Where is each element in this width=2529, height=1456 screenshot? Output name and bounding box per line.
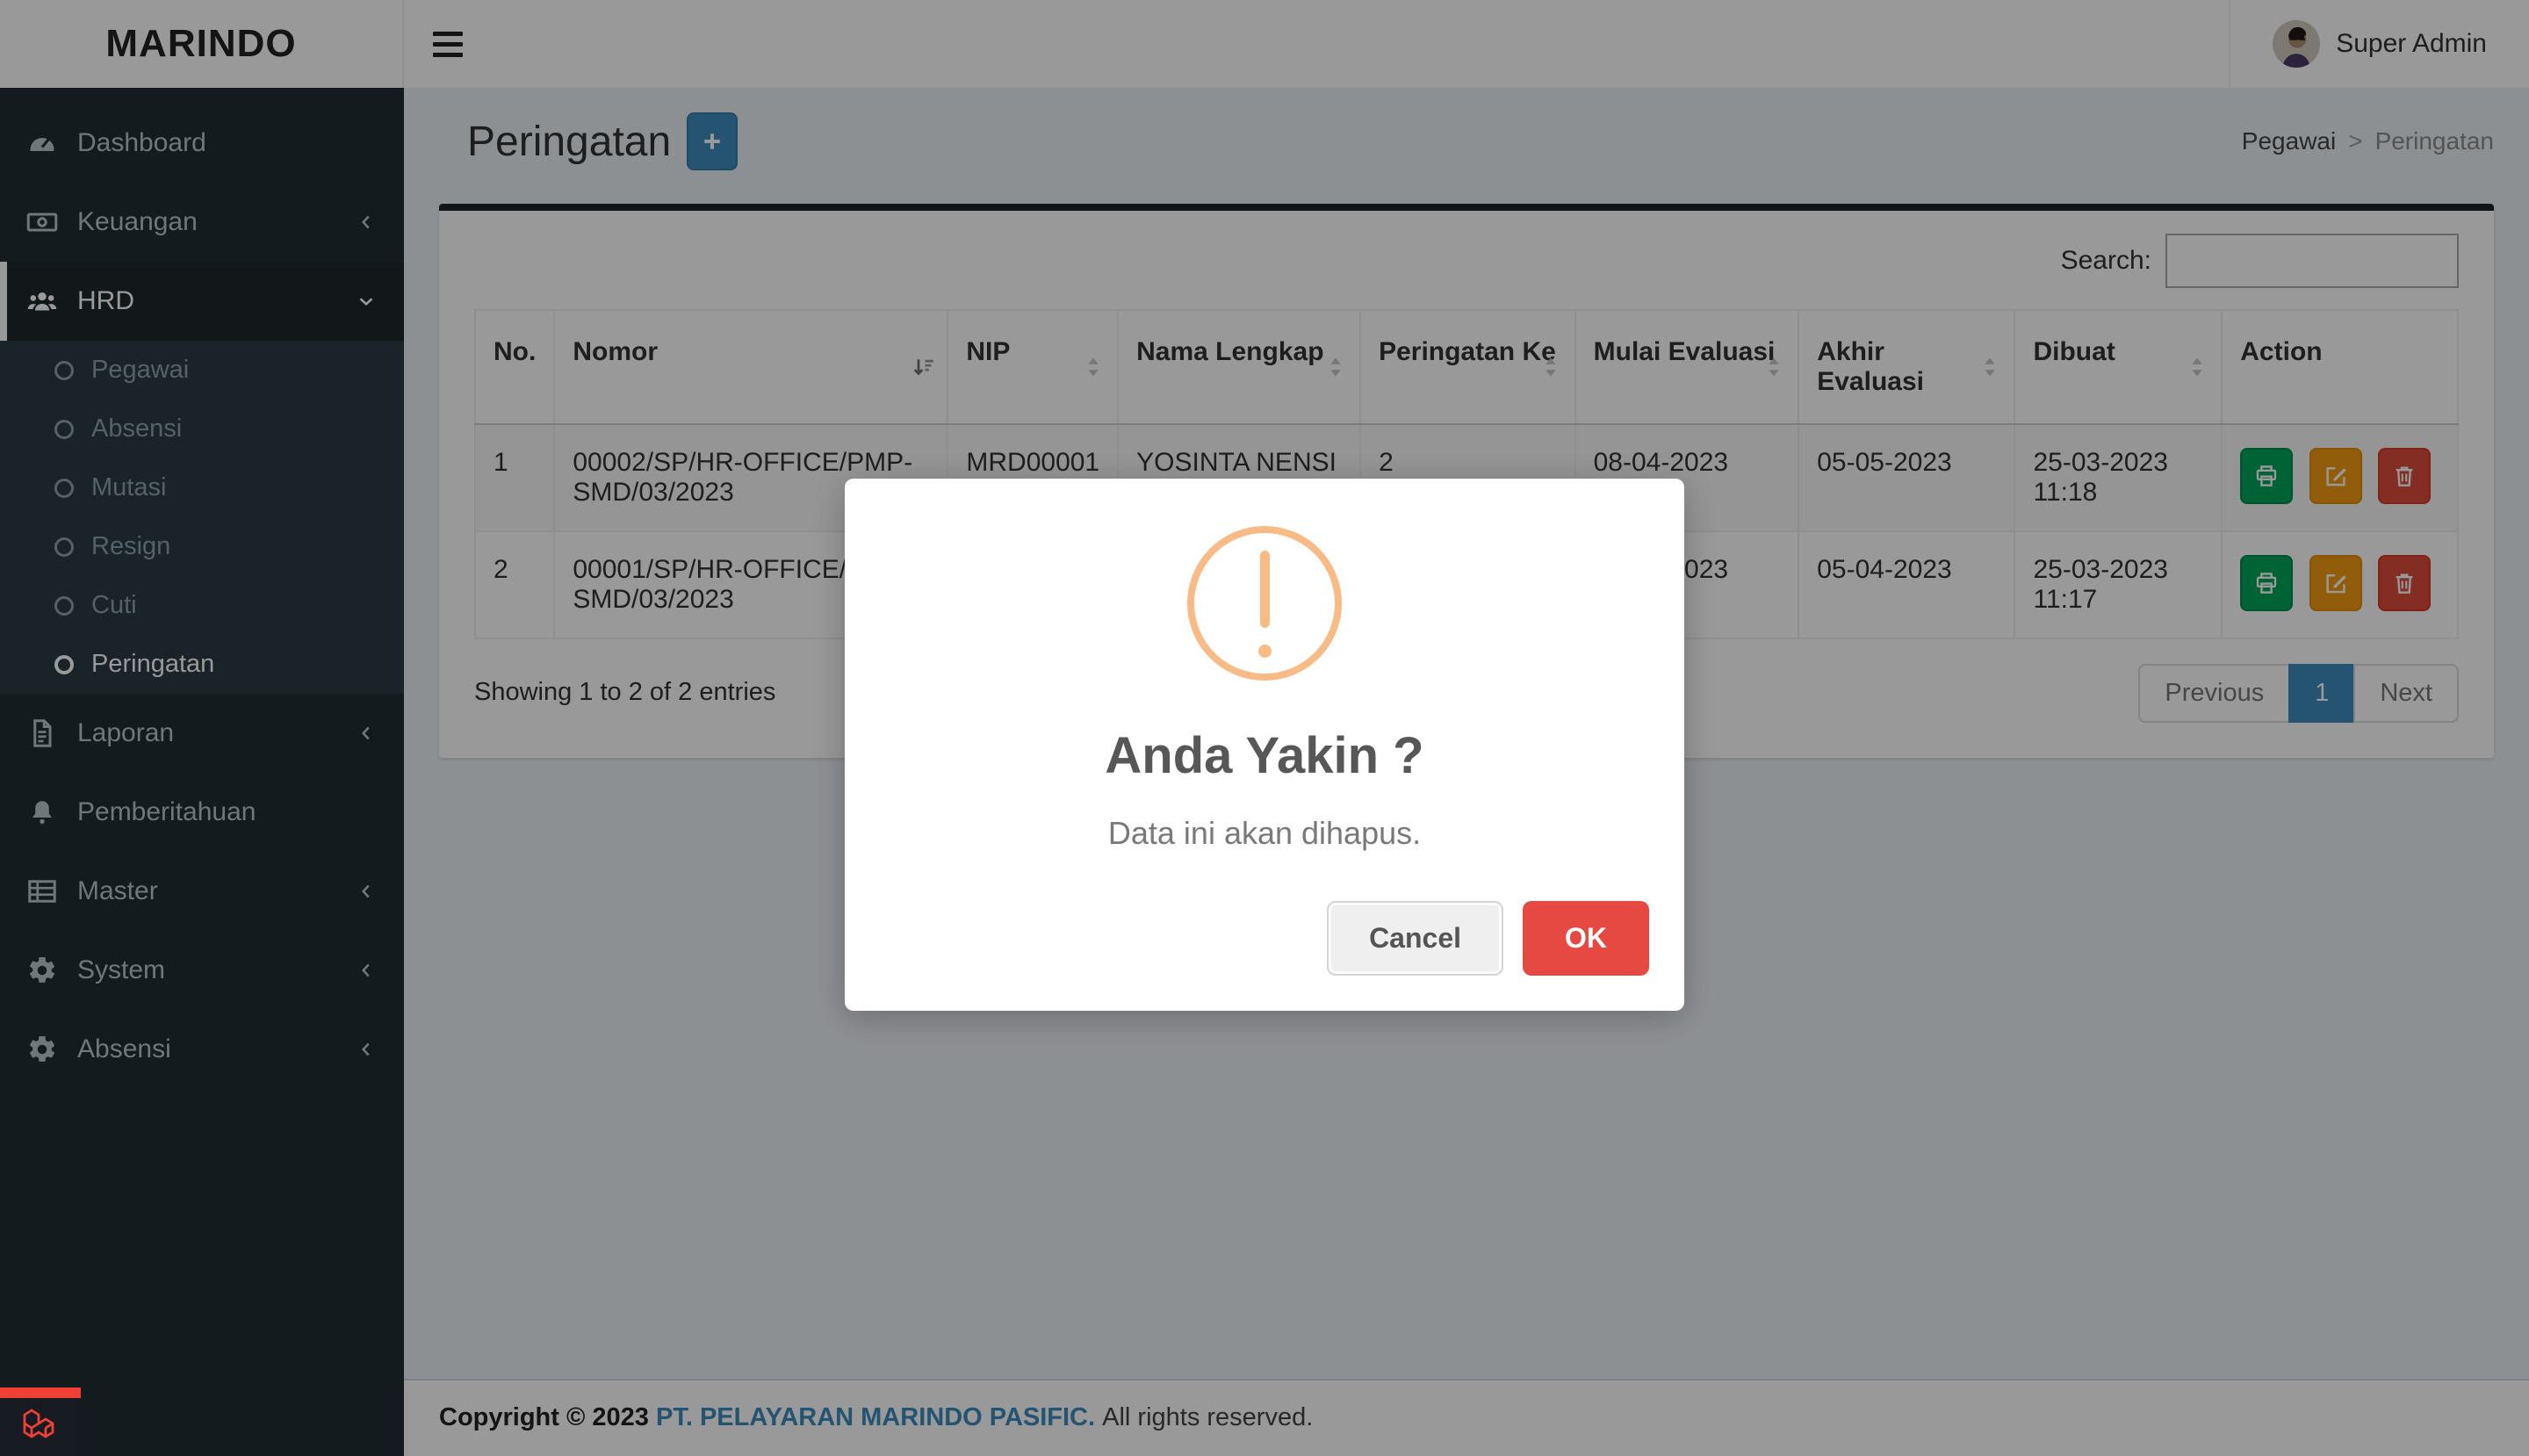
dialog-message: Data ini akan dihapus.	[875, 815, 1654, 852]
laravel-debugbar-button[interactable]	[0, 1388, 81, 1456]
laravel-icon	[19, 1406, 61, 1448]
confirm-delete-dialog: Anda Yakin ? Data ini akan dihapus. Canc…	[845, 479, 1684, 1011]
dialog-title: Anda Yakin ?	[875, 726, 1654, 785]
ok-button[interactable]: OK	[1523, 901, 1649, 976]
warning-icon	[1187, 526, 1342, 681]
cancel-button[interactable]: Cancel	[1327, 901, 1503, 976]
